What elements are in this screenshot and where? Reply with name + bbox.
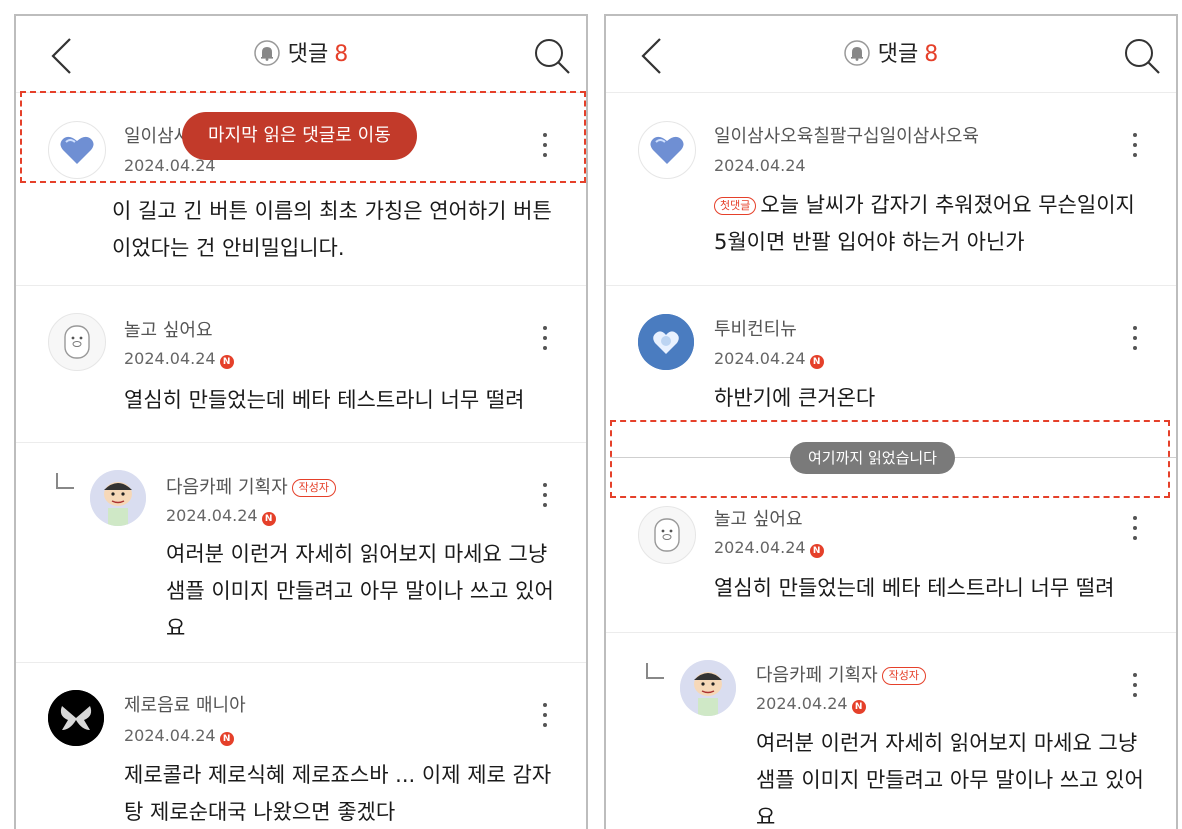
comment-date: 2024.04.24 N	[124, 725, 234, 747]
avatar[interactable]	[638, 314, 694, 370]
cartoon-avatar-icon	[64, 325, 90, 359]
cartoon-avatar-icon	[654, 518, 680, 552]
first-comment-badge: 첫댓글	[714, 197, 757, 215]
comment-body: 첫댓글 오늘 날씨가 갑자기 추워졌어요 무슨일이지 5월이면 반팔 입어야 하는…	[714, 187, 1154, 261]
author-name[interactable]: 일이삼사오육칠팔구십일이삼사오육	[714, 125, 979, 149]
new-badge: N	[809, 544, 824, 558]
more-icon[interactable]	[542, 703, 548, 731]
date-text: 2024.04.24	[166, 506, 258, 525]
search-icon[interactable]	[1122, 36, 1162, 76]
author-name[interactable]: 투비컨티뉴	[714, 318, 797, 342]
reply-icon	[56, 473, 74, 489]
comment-body: 하반기에 큰거온다	[714, 386, 876, 410]
comment-screen-right: 댓글 8 일이삼사오육칠팔구십일이삼사오육 2024.04.24 첫댓글 오늘 날씨…	[604, 14, 1178, 829]
jump-to-last-read-button[interactable]: 마지막 읽은 댓글로 이동	[182, 112, 417, 160]
more-icon[interactable]	[542, 133, 548, 161]
header: 댓글 8	[16, 16, 586, 93]
body-text: 오늘 날씨가 갑자기 추워졌어요 무슨일이지 5월이면 반팔 입어야 하는거 아…	[714, 193, 1135, 254]
more-icon[interactable]	[542, 483, 548, 511]
date-text: 2024.04.24	[756, 694, 848, 713]
bell-icon[interactable]	[254, 40, 280, 66]
title-label: 댓글	[287, 42, 329, 67]
header: 댓글 8	[606, 16, 1176, 93]
read-until-here-marker: 여기까지 읽었습니다	[790, 442, 955, 474]
comment-item: 투비컨티뉴 2024.04.24 N 하반기에 큰거온다	[606, 286, 1176, 418]
author-text: 다음카페 기획자	[756, 665, 878, 686]
avatar[interactable]	[90, 470, 146, 526]
comment-date: 2024.04.24 N	[714, 537, 824, 559]
page-title: 댓글 8	[606, 40, 1176, 70]
comment-screen-left: 댓글 8 일이삼사 2024.04.24 이 길고 긴 버튼 이름의 최초 가칭은…	[14, 14, 588, 829]
new-badge: N	[809, 355, 824, 369]
avatar[interactable]	[48, 690, 104, 746]
bell-icon[interactable]	[844, 40, 870, 66]
comment-count: 8	[334, 42, 349, 67]
author-name[interactable]: 놀고 싶어요	[124, 319, 213, 343]
sky-heart-avatar-icon	[638, 314, 694, 370]
date-text: 2024.04.24	[124, 349, 216, 368]
comment-date: 2024.04.24 N	[756, 693, 866, 715]
comment-date: 2024.04.24	[714, 156, 806, 175]
comment-body: 열심히 만들었는데 베타 테스트라니 너무 떨려	[714, 576, 1115, 600]
author-name[interactable]: 일이삼사	[124, 125, 190, 149]
comment-item: 제로음료 매니아 2024.04.24 N 제로콜라 제로식혜 제로죠스바 ...…	[16, 663, 586, 829]
author-name[interactable]: 다음카페 기획자 작성자	[756, 664, 927, 688]
more-icon[interactable]	[1132, 326, 1138, 354]
comment-item: 일이삼사오육칠팔구십일이삼사오육 2024.04.24 첫댓글 오늘 날씨가 갑자…	[606, 93, 1176, 286]
heart-avatar-icon	[650, 136, 684, 164]
comment-body: 제로콜라 제로식혜 제로죠스바 ... 이제 제로 감자탕 제로순대국 나왔으면…	[124, 763, 552, 824]
reply-item: 다음카페 기획자 작성자 2024.04.24 N 여러분 이런거 자세히 읽어보지…	[606, 633, 1176, 829]
heart-avatar-icon	[60, 136, 94, 164]
author-name[interactable]: 놀고 싶어요	[714, 508, 803, 532]
butterfly-avatar-icon	[48, 690, 104, 746]
new-badge: N	[261, 512, 276, 526]
comment-body: 여러분 이런거 자세히 읽어보지 마세요 그냥 샘플 이미지 만들려고 아무 말…	[166, 542, 554, 640]
comment-count: 8	[924, 42, 939, 67]
search-icon[interactable]	[532, 36, 572, 76]
character-avatar-icon	[680, 660, 736, 716]
avatar[interactable]	[638, 121, 696, 179]
character-avatar-icon	[90, 470, 146, 526]
new-badge: N	[219, 732, 234, 746]
new-badge: N	[219, 355, 234, 369]
avatar[interactable]	[680, 660, 736, 716]
date-text: 2024.04.24	[714, 538, 806, 557]
author-badge: 작성자	[291, 479, 337, 497]
comment-date: 2024.04.24 N	[124, 348, 234, 370]
more-icon[interactable]	[542, 326, 548, 354]
more-icon[interactable]	[1132, 516, 1138, 544]
reply-item: 다음카페 기획자 작성자 2024.04.24 N 여러분 이런거 자세히 읽어보지…	[16, 443, 586, 663]
comment-date: 2024.04.24 N	[166, 505, 276, 527]
title-label: 댓글	[877, 42, 919, 67]
reply-icon	[646, 663, 664, 679]
avatar[interactable]	[48, 313, 106, 371]
comment-body: 여러분 이런거 자세히 읽어보지 마세요 그냥 샘플 이미지 만들려고 아무 말…	[756, 731, 1144, 829]
page-title: 댓글 8	[16, 40, 586, 70]
avatar[interactable]	[638, 506, 696, 564]
author-name[interactable]: 다음카페 기획자 작성자	[166, 476, 337, 500]
more-icon[interactable]	[1132, 673, 1138, 701]
date-text: 2024.04.24	[714, 349, 806, 368]
author-text: 다음카페 기획자	[166, 477, 288, 498]
comment-item: 놀고 싶어요 2024.04.24 N 열심히 만들었는데 베타 테스트라니 너무…	[16, 286, 586, 443]
author-name[interactable]: 제로음료 매니아	[124, 694, 246, 718]
comment-date: 2024.04.24 N	[714, 348, 824, 370]
date-text: 2024.04.24	[124, 726, 216, 745]
comment-body: 열심히 만들었는데 베타 테스트라니 너무 떨려	[124, 388, 525, 412]
author-badge: 작성자	[881, 667, 927, 685]
new-badge: N	[851, 700, 866, 714]
comment-item: 놀고 싶어요 2024.04.24 N 열심히 만들었는데 베타 테스트라니 너무…	[606, 486, 1176, 633]
comment-body: 이 길고 긴 버튼 이름의 최초 가칭은 연어하기 버튼이었다는 건 안비밀입니…	[112, 199, 552, 260]
more-icon[interactable]	[1132, 133, 1138, 161]
avatar[interactable]	[48, 121, 106, 179]
